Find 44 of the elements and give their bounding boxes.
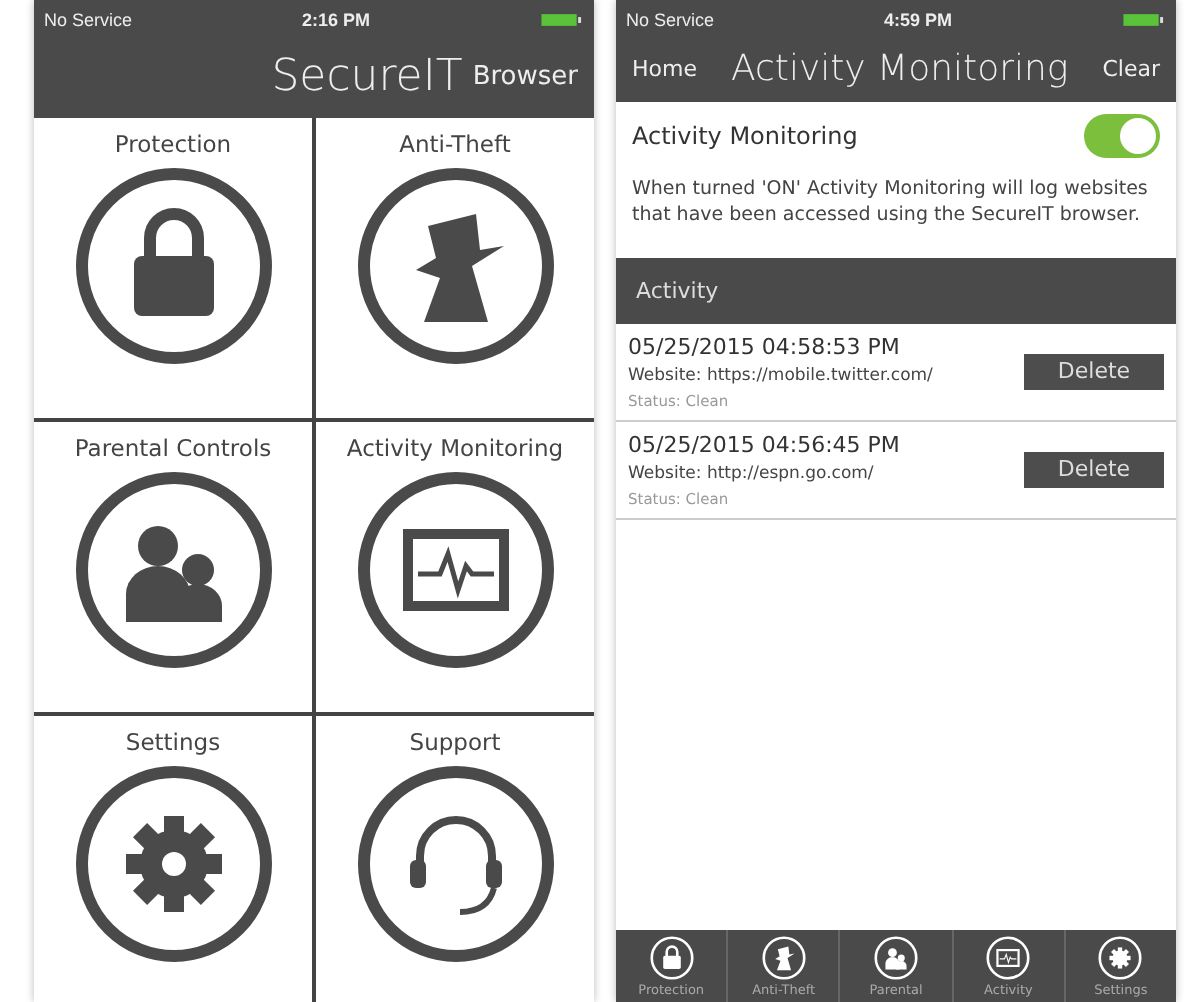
delete-button[interactable]: Delete — [1024, 451, 1164, 488]
tile-label: Anti-Theft — [399, 130, 511, 158]
spy-icon — [761, 935, 806, 979]
clear-link[interactable]: Clear — [1102, 55, 1160, 81]
battery-icon — [1122, 12, 1166, 28]
tile-label: Settings — [125, 728, 221, 756]
entry-website: Website: http://espn.go.com/ — [628, 463, 876, 484]
entry-timestamp: 05/25/2015 04:56:45 PM — [628, 431, 902, 458]
feature-tile[interactable]: Protection — [34, 118, 312, 418]
heart-monitor-icon — [355, 470, 555, 670]
feature-tile[interactable]: Settings — [34, 716, 312, 1002]
tile-label: Support — [409, 728, 501, 756]
setting-description: When turned 'ON' Activity Monitoring will log websites that have been accessed using the SecureIT browser. — [632, 178, 1150, 230]
carrier-label: No Service — [626, 10, 715, 30]
headset-icon — [355, 764, 555, 964]
clock-time: 4:59 PM — [884, 10, 953, 30]
people-icon — [73, 470, 273, 670]
tile-label: Activity Monitoring — [346, 434, 564, 462]
home-link[interactable]: Home — [632, 55, 697, 81]
entry-timestamp: 05/25/2015 04:58:53 PM — [628, 333, 902, 360]
screen-title: Activity Monitoring — [729, 47, 1071, 89]
people-icon — [874, 935, 918, 979]
feature-tile[interactable]: Anti-Theft — [316, 118, 594, 418]
toggle-switch[interactable] — [1084, 114, 1160, 158]
padlock-icon — [649, 935, 694, 979]
feature-tile[interactable]: Support — [316, 716, 594, 1002]
settings-icon — [73, 764, 273, 964]
carrier-label: No Service — [44, 10, 133, 30]
browser-link[interactable]: Browser — [472, 61, 578, 91]
clock-time: 2:16 PM — [302, 10, 371, 30]
tile-label: Protection — [114, 130, 232, 158]
heart-monitor-icon — [986, 935, 1031, 979]
feature-tile[interactable]: Parental Controls — [34, 422, 312, 712]
setting-label: Activity Monitoring — [632, 122, 858, 150]
spy-icon — [355, 166, 555, 366]
settings-icon — [1098, 935, 1143, 979]
delete-button[interactable]: Delete — [1024, 353, 1164, 390]
tile-label: Parental Controls — [74, 434, 272, 462]
battery-icon — [540, 12, 584, 28]
feature-tile[interactable]: Activity Monitoring — [316, 422, 594, 712]
entry-website: Website: https://mobile.twitter.com/ — [628, 365, 935, 386]
section-header: Activity — [616, 257, 1176, 324]
padlock-icon — [73, 166, 273, 366]
app-title: SecureIT — [269, 51, 465, 101]
